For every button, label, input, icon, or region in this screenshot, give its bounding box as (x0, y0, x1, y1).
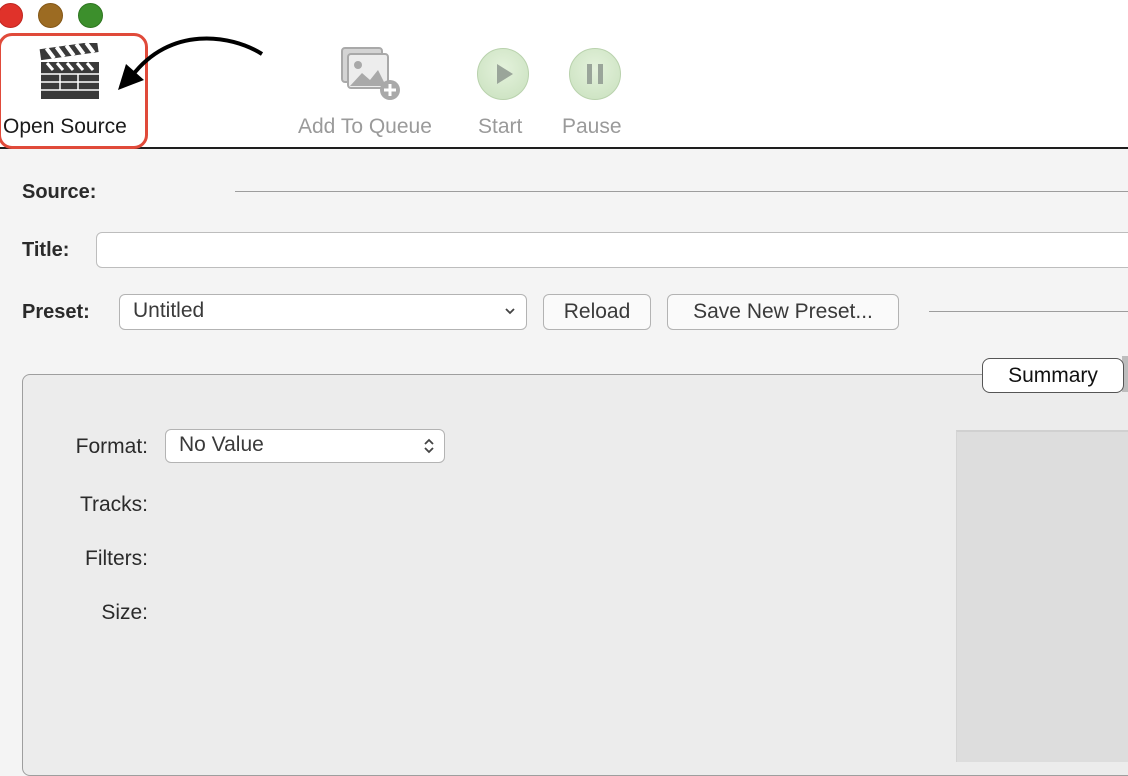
filters-label: Filters: (85, 547, 148, 570)
minimize-window-button[interactable] (38, 3, 63, 28)
clapperboard-icon (39, 43, 99, 99)
tab-summary[interactable]: Summary (982, 358, 1124, 393)
add-to-queue-button[interactable]: Add To Queue (298, 46, 448, 146)
toolbar: Open Source Add To Queue Start Pause (0, 0, 1128, 149)
start-label: Start (478, 115, 523, 138)
preset-value: Untitled (133, 299, 205, 322)
pause-label: Pause (562, 115, 622, 138)
preview-area (956, 430, 1128, 762)
source-label: Source: (22, 181, 97, 203)
play-icon (477, 48, 529, 100)
preset-separator (929, 311, 1128, 312)
arrow-annotation-icon (118, 36, 264, 90)
tracks-label: Tracks: (79, 493, 148, 516)
open-source-label: Open Source (3, 115, 127, 138)
source-separator (235, 191, 1128, 192)
start-button[interactable]: Start (476, 46, 536, 146)
add-to-queue-icon (341, 47, 400, 100)
preset-label: Preset: (22, 301, 90, 323)
pause-button[interactable]: Pause (562, 46, 632, 146)
chevron-down-icon (505, 308, 515, 315)
format-popup[interactable]: No Value (165, 429, 445, 463)
size-label: Size: (101, 601, 148, 624)
updown-chevron-icon (424, 438, 434, 454)
add-to-queue-label: Add To Queue (298, 115, 432, 138)
close-window-button[interactable] (0, 3, 23, 28)
preset-popup[interactable]: Untitled (119, 294, 527, 330)
pause-icon (569, 48, 621, 100)
zoom-window-button[interactable] (78, 3, 103, 28)
title-label: Title: (22, 239, 70, 261)
reload-button[interactable]: Reload (543, 294, 651, 330)
title-field[interactable] (96, 232, 1128, 268)
format-label: Format: (75, 435, 148, 458)
format-value: No Value (179, 433, 264, 456)
save-new-preset-button[interactable]: Save New Preset... (667, 294, 899, 330)
